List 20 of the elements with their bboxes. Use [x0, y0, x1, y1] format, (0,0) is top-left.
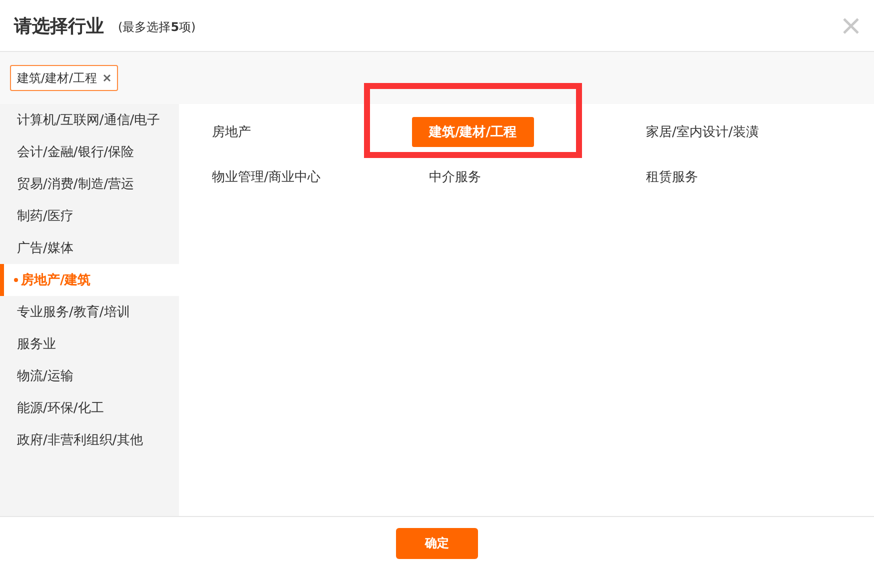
- industry-option[interactable]: 中介服务: [412, 162, 498, 192]
- industry-option[interactable]: 物业管理/商业中心: [195, 162, 338, 192]
- remove-icon[interactable]: [103, 74, 112, 82]
- category-item[interactable]: 政府/非营利组织/其他: [0, 424, 179, 456]
- category-item[interactable]: 广告/媒体: [0, 232, 179, 264]
- category-item[interactable]: 服务业: [0, 328, 179, 360]
- category-item[interactable]: 物流/运输: [0, 360, 179, 392]
- industry-option[interactable]: 租赁服务: [629, 162, 715, 192]
- category-item[interactable]: 会计/金融/银行/保险: [0, 136, 179, 168]
- industry-option[interactable]: 房地产: [195, 117, 268, 147]
- category-item[interactable]: 制药/医疗: [0, 200, 179, 232]
- selection-limit-note: (最多选择5项): [118, 18, 196, 36]
- category-item[interactable]: 计算机/互联网/通信/电子: [0, 104, 179, 136]
- category-item[interactable]: 能源/环保/化工: [0, 392, 179, 424]
- industry-option[interactable]: 家居/室内设计/装潢: [629, 117, 776, 147]
- category-item[interactable]: 专业服务/教育/培训: [0, 296, 179, 328]
- dialog-title: 请选择行业: [14, 14, 104, 38]
- category-item[interactable]: 贸易/消费/制造/营运: [0, 168, 179, 200]
- bullet-icon: [14, 278, 18, 282]
- tag-label: 建筑/建材/工程: [17, 70, 98, 86]
